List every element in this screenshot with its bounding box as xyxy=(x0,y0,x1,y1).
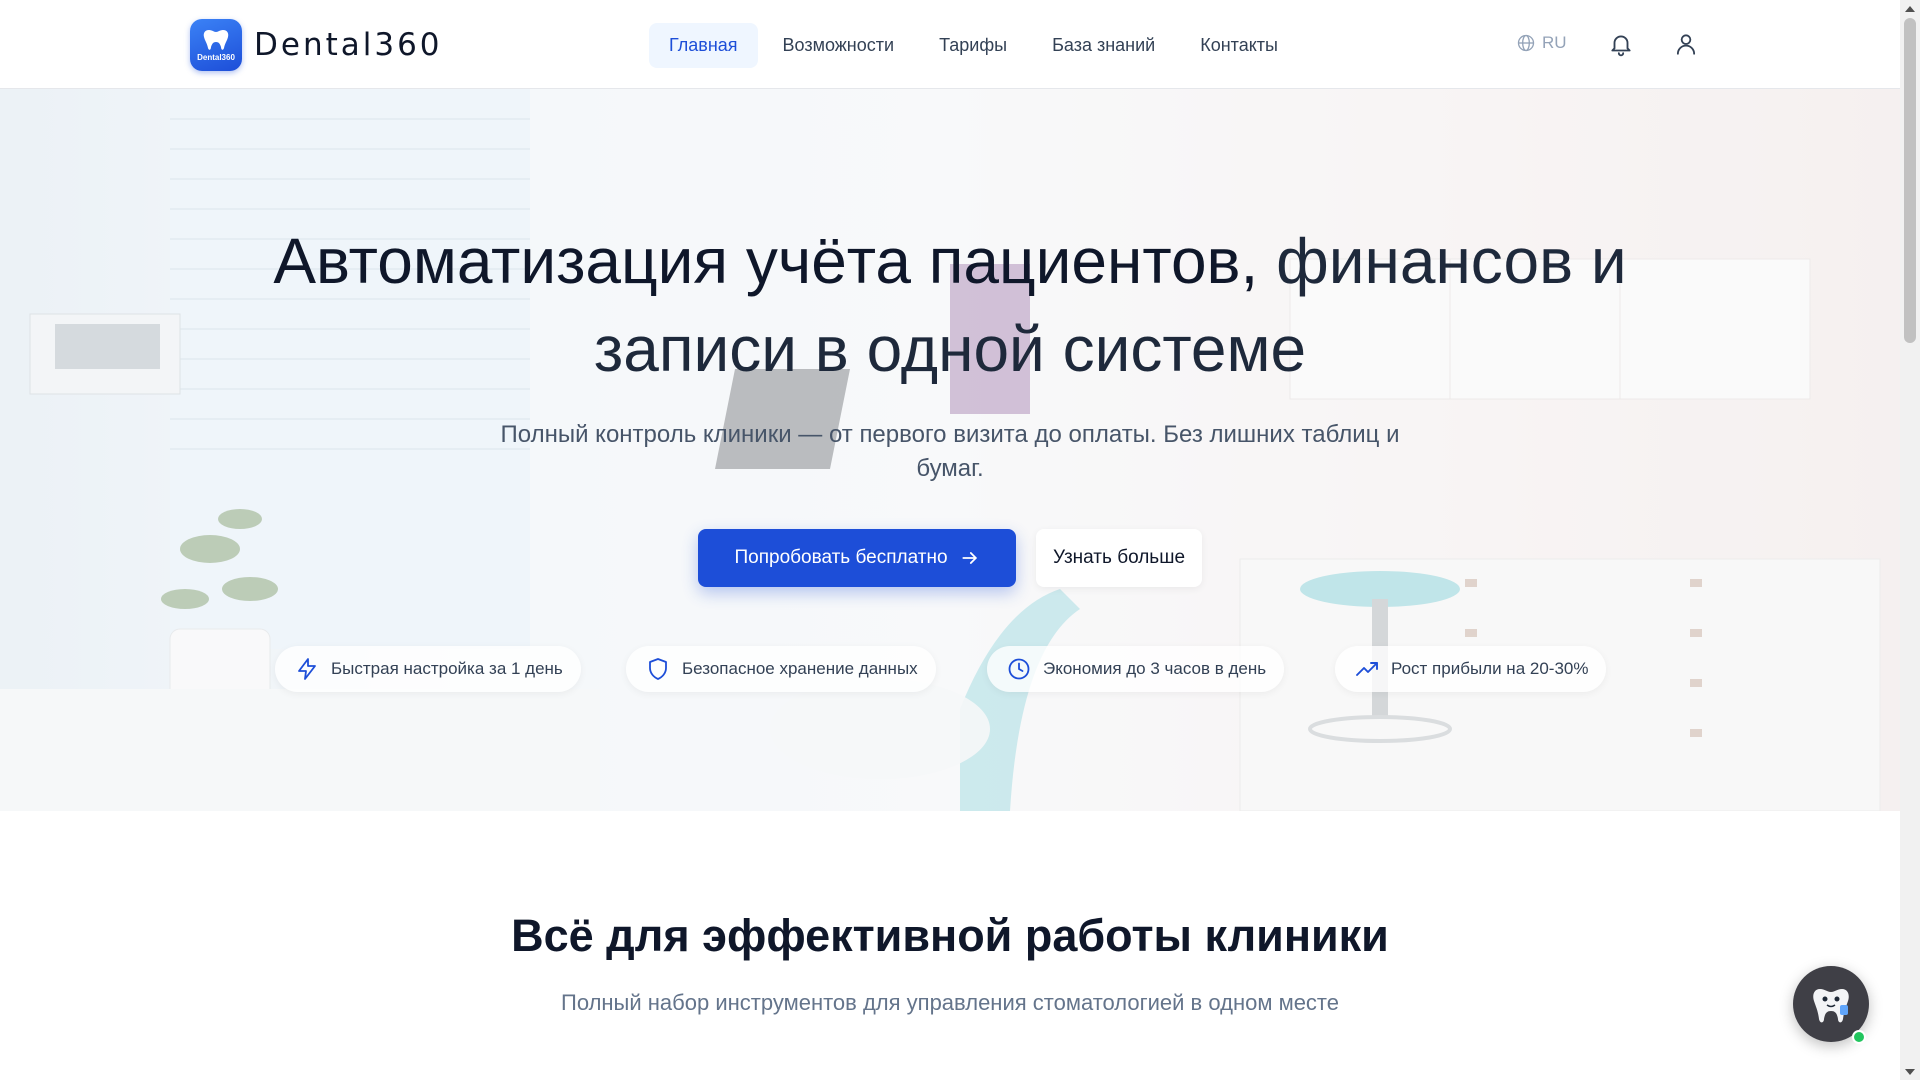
feature-label: Рост прибыли на 20-30% xyxy=(1391,659,1589,678)
language-switcher[interactable]: RU xyxy=(1516,33,1567,53)
logo[interactable]: Dental360 Dental360 xyxy=(190,19,443,71)
user-icon[interactable] xyxy=(1673,31,1699,57)
site-header: Dental360 Dental360 Главная Возможности … xyxy=(0,0,1900,89)
feature-label: Безопасное хранение данных xyxy=(682,659,918,678)
nav-item-home[interactable]: Главная xyxy=(649,23,758,68)
nav-item-knowledge-base[interactable]: База знаний xyxy=(1032,23,1175,68)
main-nav: Главная Возможности Тарифы База знаний К… xyxy=(649,23,1298,68)
scroll-thumb[interactable] xyxy=(1904,18,1916,343)
feature-pill-profit-growth: Рост прибыли на 20-30% xyxy=(1335,646,1607,692)
shield-icon xyxy=(649,658,667,680)
trending-up-icon xyxy=(1356,662,1378,676)
section-title: Всё для эффективной работы клиники xyxy=(511,910,1389,961)
feature-pill-time-saving: Экономия до 3 часов в день xyxy=(987,646,1285,692)
logo-text: Dental360 xyxy=(254,27,443,63)
learn-more-button[interactable]: Узнать больше xyxy=(1036,529,1202,587)
logo-badge-label: Dental360 xyxy=(197,53,235,62)
try-free-button-label: Попробовать бесплатно xyxy=(734,547,948,568)
section-subtitle: Полный набор инструментов для управления… xyxy=(561,990,1339,1015)
hero-title-emphasis: Автоматизация учёта пациентов, xyxy=(273,225,1259,297)
bell-icon[interactable] xyxy=(1608,31,1634,57)
hero-section: Автоматизация учёта пациентов, финансов … xyxy=(0,89,1900,811)
try-free-button[interactable]: Попробовать бесплатно xyxy=(698,529,1016,587)
clock-icon xyxy=(1008,658,1030,680)
logo-tooth-icon: Dental360 xyxy=(190,19,242,71)
feature-pill-fast-setup: Быстрая настройка за 1 день xyxy=(275,646,581,692)
language-label: RU xyxy=(1542,33,1567,52)
feature-label: Быстрая настройка за 1 день xyxy=(331,659,563,678)
nav-item-features[interactable]: Возможности xyxy=(763,23,915,68)
page-scrollbar[interactable] xyxy=(1900,0,1920,1080)
feature-pill-secure-storage: Безопасное хранение данных xyxy=(626,646,936,692)
scroll-up-arrow[interactable] xyxy=(1900,0,1920,17)
tooth-mascot-icon xyxy=(1813,989,1849,1023)
hero-title: Автоматизация учёта пациентов, финансов … xyxy=(200,217,1700,393)
nav-item-contacts[interactable]: Контакты xyxy=(1180,23,1298,68)
online-status-dot xyxy=(1852,1030,1866,1044)
nav-item-pricing[interactable]: Тарифы xyxy=(919,23,1027,68)
feature-label: Экономия до 3 часов в день xyxy=(1043,659,1267,678)
lightning-icon xyxy=(298,658,316,680)
globe-icon xyxy=(1517,34,1535,52)
arrow-right-icon xyxy=(961,552,977,564)
scroll-down-arrow[interactable] xyxy=(1900,1063,1920,1080)
hero-subtitle: Полный контроль клиники — от первого виз… xyxy=(500,421,1400,482)
